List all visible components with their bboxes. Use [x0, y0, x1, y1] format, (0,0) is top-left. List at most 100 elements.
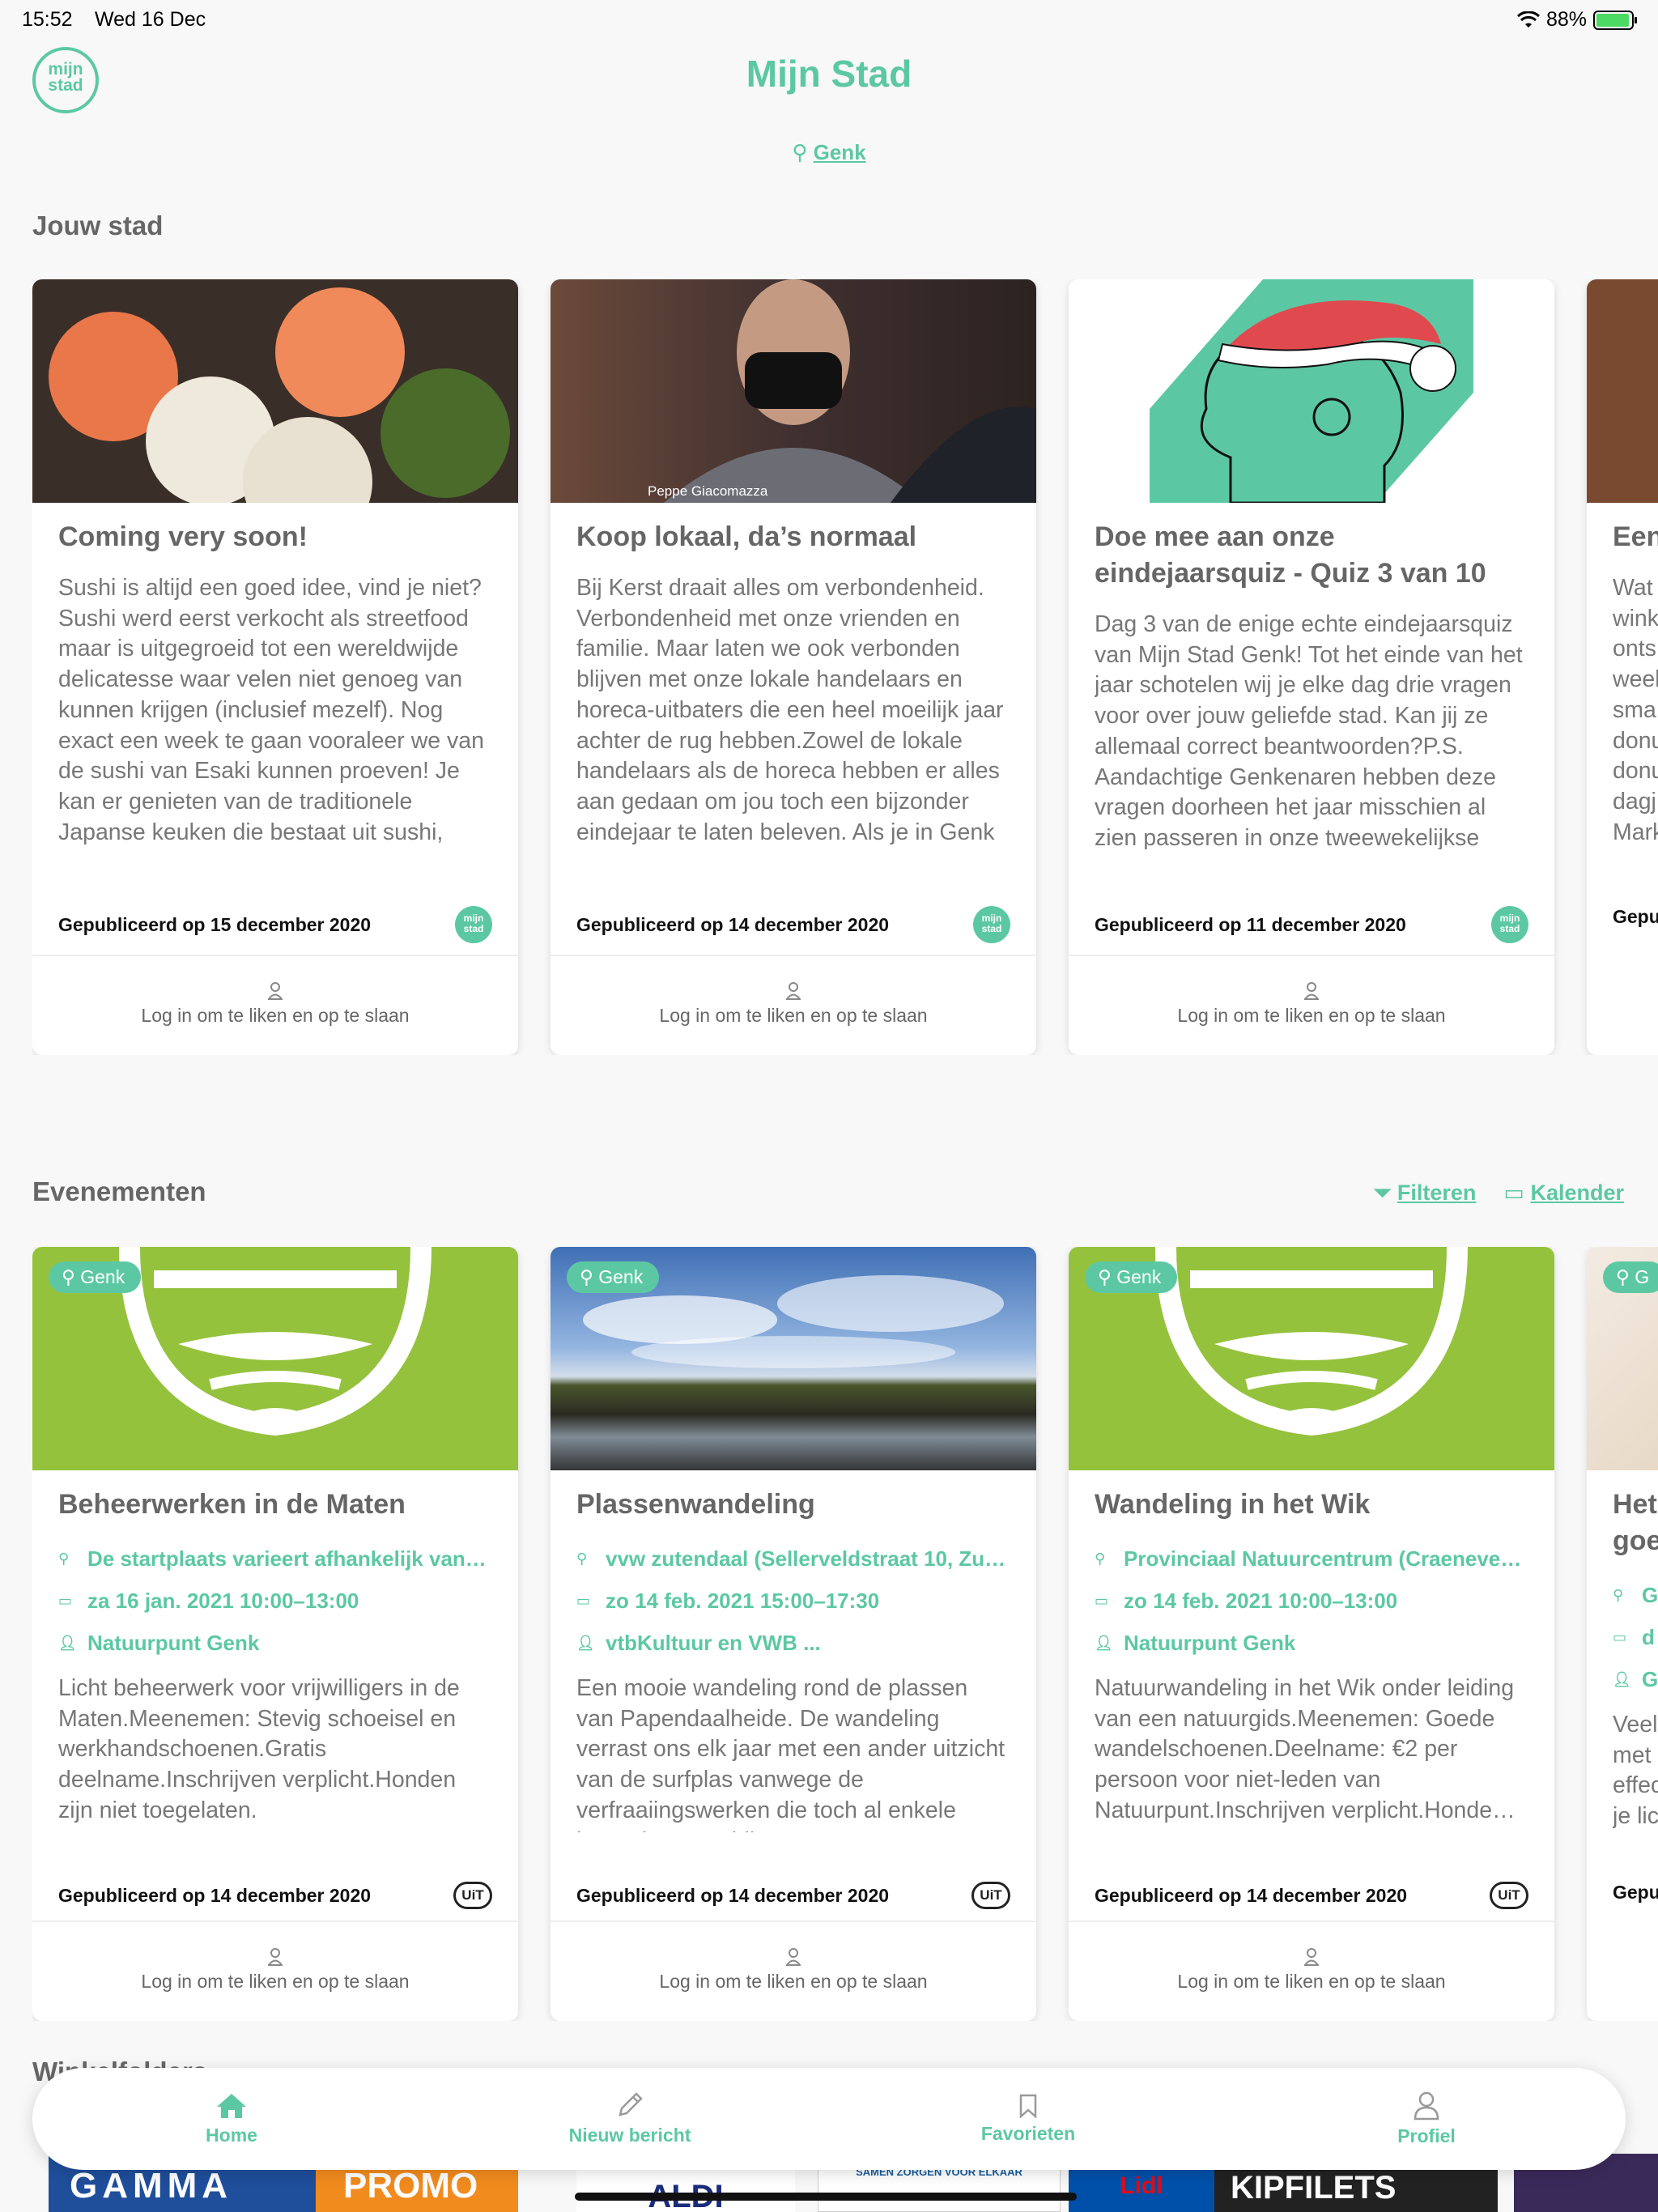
- event-organizer[interactable]: 👤︎ Natuurpunt Genk: [1095, 1622, 1528, 1664]
- tab-favorites[interactable]: Favorieten: [907, 2094, 1150, 2145]
- news-title: Coming very soon!: [58, 521, 308, 552]
- event-organizer[interactable]: 👤︎ Natuurpunt Genk: [58, 1622, 492, 1664]
- news-excerpt: Dag 3 van de enige echte eindejaarsquiz …: [1095, 611, 1523, 849]
- event-title: Het goe: [1613, 1489, 1658, 1556]
- location-name: Genk: [813, 140, 866, 164]
- news-card[interactable]: Peppe Giacomazza Koop lokaal, da’s norma…: [551, 279, 1036, 1055]
- login-label: Log in om te liken en op te slaan: [1177, 1005, 1446, 1026]
- events-carousel[interactable]: ⚲ Genk Beheerwerken in de Maten ⚲ De star…: [32, 1247, 1658, 2021]
- app-title: Mijn Stad: [746, 53, 912, 95]
- news-card[interactable]: Doe mee aan onze eindejaarsquiz - Quiz 3…: [1069, 279, 1554, 1055]
- location-pin-icon: ⚲: [1095, 1551, 1106, 1567]
- event-place[interactable]: ⚲ Provinciaal Natuurcentrum (Craeneve…: [1095, 1538, 1528, 1580]
- news-card[interactable]: Coming very soon! Sushi is altijd een go…: [32, 279, 518, 1055]
- image-caption: Peppe Giacomazza: [648, 483, 768, 499]
- event-card[interactable]: ⚲ G Het goe ⚲ G ▭ d 👤︎ G Veel met effec je …: [1587, 1247, 1658, 2021]
- event-date: ▭ d: [1613, 1616, 1658, 1658]
- user-icon: [1414, 2091, 1439, 2120]
- event-organizer[interactable]: 👤︎ vtbKultuur en VWB ...: [576, 1622, 1010, 1664]
- location-badge: ⚲ Genk: [1085, 1261, 1178, 1293]
- news-excerpt: Wat wink onts week sma donu donu dagj Ma…: [1613, 575, 1658, 850]
- login-to-like-button[interactable]: Log in om te liken en op te slaan: [551, 955, 1036, 1055]
- login-to-like-button[interactable]: Log in om te liken en op te slaan: [551, 1921, 1036, 2021]
- wifi-icon: [1516, 11, 1540, 28]
- location-badge: ⚲ G: [1603, 1261, 1658, 1293]
- battery-icon: [1593, 10, 1637, 30]
- event-title: Beheerwerken in de Maten: [58, 1489, 406, 1520]
- user-icon: [268, 1948, 283, 1966]
- news-excerpt: Sushi is altijd een goed idee, vind je n…: [58, 575, 484, 850]
- mijn-stad-source-icon: mijn stad: [973, 906, 1010, 943]
- calendar-icon: ▭: [576, 1593, 591, 1609]
- published-date: Gepubliceerd op 15 december 2020: [58, 913, 372, 935]
- published-date: Gepubliceerd op 11 december 2020: [1095, 913, 1406, 935]
- published-date: Gepu: [1613, 1882, 1658, 1903]
- event-description: Veel met effec je lic: [1613, 1712, 1658, 1830]
- location-pin-icon: ⚲: [576, 1551, 588, 1567]
- calendar-icon: ▭: [1095, 1593, 1109, 1609]
- calendar-label: Kalender: [1530, 1180, 1624, 1205]
- event-date: ▭ za 16 jan. 2021 10:00–13:00: [58, 1580, 492, 1622]
- published-date: Gepubliceerd op 14 december 2020: [58, 1884, 372, 1906]
- filter-label: Filteren: [1397, 1180, 1477, 1205]
- status-date: Wed 16 Dec: [95, 8, 206, 31]
- status-bar: 15:52 Wed 16 Dec 88%: [0, 0, 1658, 39]
- tab-profile[interactable]: Profiel: [1305, 2091, 1548, 2147]
- login-to-like-button[interactable]: Log in om te liken en op te slaan: [1069, 1921, 1554, 2021]
- event-description: Licht beheerwerk voor vrijwilligers in d…: [58, 1675, 460, 1823]
- user-icon: 👤︎: [576, 1635, 595, 1651]
- section-title-events: Evenementen: [32, 1176, 206, 1206]
- event-place[interactable]: ⚲ G: [1613, 1574, 1658, 1616]
- login-to-like-button[interactable]: Log in om te liken en op te slaan: [1069, 955, 1554, 1055]
- location-badge: ⚲ Genk: [567, 1261, 660, 1293]
- event-card[interactable]: ⚲ Genk Plassenwandeling ⚲ vvw zutendaal (…: [551, 1247, 1036, 2021]
- login-label: Log in om te liken en op te slaan: [1177, 1971, 1446, 1992]
- user-icon: 👤︎: [1613, 1671, 1631, 1687]
- news-card[interactable]: Een Wat wink onts week sma donu donu dag…: [1587, 279, 1658, 1055]
- news-title: Een: [1613, 521, 1658, 552]
- login-label: Log in om te liken en op te slaan: [141, 1005, 410, 1026]
- calendar-icon: ▭: [58, 1593, 73, 1609]
- calendar-icon: ▭: [1503, 1180, 1524, 1205]
- event-title: Wandeling in het Wik: [1095, 1489, 1371, 1520]
- location-badge: ⚲ Genk: [49, 1261, 142, 1293]
- news-title: Doe mee aan onze eindejaarsquiz - Quiz 3…: [1095, 521, 1486, 589]
- section-title-news: Jouw stad: [32, 211, 164, 240]
- event-place[interactable]: ⚲ vvw zutendaal (Sellerveldstraat 10, Zu…: [576, 1538, 1010, 1580]
- published-date: Gepubliceerd op 14 december 2020: [576, 913, 890, 935]
- home-icon: [217, 2093, 246, 2118]
- event-organizer[interactable]: 👤︎ G: [1613, 1658, 1658, 1700]
- published-date: Gepubliceerd op 14 december 2020: [1095, 1884, 1408, 1906]
- login-label: Log in om te liken en op te slaan: [659, 1971, 928, 1992]
- event-image-natuurpunt: ⚲ Genk: [1069, 1247, 1554, 1470]
- event-card[interactable]: ⚲ Genk Wandeling in het Wik ⚲ Provinciaal…: [1069, 1247, 1554, 2021]
- tab-home[interactable]: Home: [110, 2092, 353, 2146]
- user-icon: [786, 1948, 801, 1966]
- calendar-button[interactable]: ▭ Kalender: [1503, 1180, 1624, 1206]
- location-selector[interactable]: ⚲ Genk: [0, 140, 1658, 165]
- uit-source-icon: UiT: [971, 1882, 1010, 1909]
- battery-percentage: 88%: [1545, 8, 1587, 31]
- news-image-partial: [1587, 279, 1658, 503]
- news-title: Koop lokaal, da’s normaal: [576, 521, 917, 552]
- tab-new-post-label: Nieuw bericht: [568, 2124, 691, 2146]
- news-image-quiz: [1069, 279, 1554, 503]
- login-label: Log in om te liken en op te slaan: [141, 1971, 410, 1992]
- bookmark-icon: [1019, 2094, 1037, 2118]
- mijn-stad-source-icon: mijn stad: [1491, 906, 1528, 943]
- tab-new-post[interactable]: Nieuw bericht: [508, 2091, 751, 2146]
- event-place[interactable]: ⚲ De startplaats varieert afhankelijk van…: [58, 1538, 492, 1580]
- news-carousel[interactable]: Coming very soon! Sushi is altijd een go…: [32, 279, 1658, 1055]
- event-title: Plassenwandeling: [576, 1489, 815, 1520]
- mijn-stad-source-icon: mijn stad: [455, 906, 492, 943]
- uit-source-icon: UiT: [1490, 1882, 1528, 1909]
- user-icon: 👤︎: [58, 1635, 77, 1651]
- published-date: Gepu: [1613, 906, 1658, 927]
- login-to-like-button[interactable]: Log in om te liken en op te slaan: [32, 1921, 518, 2021]
- login-to-like-button[interactable]: Log in om te liken en op te slaan: [32, 955, 518, 1055]
- event-image-natuurpunt: ⚲ Genk: [32, 1247, 518, 1470]
- news-excerpt: Bij Kerst draait alles om verbondenheid.…: [576, 575, 1004, 850]
- filter-button[interactable]: ⏷ Filteren: [1374, 1180, 1477, 1206]
- home-indicator[interactable]: [575, 2193, 1077, 2201]
- event-card[interactable]: ⚲ Genk Beheerwerken in de Maten ⚲ De star…: [32, 1247, 518, 2021]
